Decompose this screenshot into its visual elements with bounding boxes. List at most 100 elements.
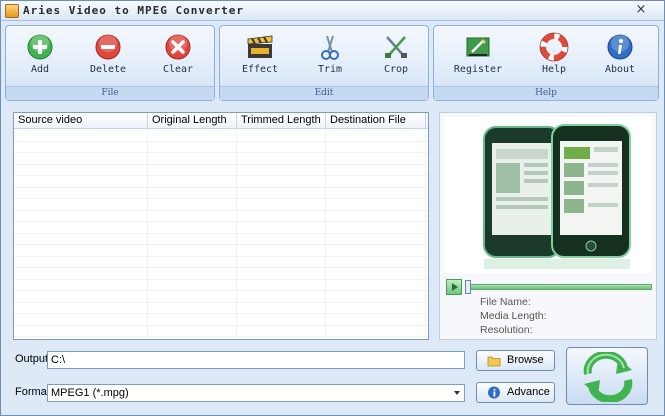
empty-list-cell [14, 176, 148, 187]
empty-list-cell [326, 130, 426, 141]
empty-list-cell [14, 199, 148, 210]
empty-list-cell [14, 164, 148, 175]
chevron-down-icon[interactable] [454, 391, 460, 395]
edit-group-title: Edit [220, 86, 428, 100]
toolbar-group-help: Register Help About Help [433, 25, 659, 101]
empty-list-cell [237, 256, 326, 267]
empty-list-cell [326, 153, 426, 164]
empty-list-cell [237, 187, 326, 198]
browse-button-label: Browse [507, 354, 544, 366]
browse-button[interactable]: Browse [476, 350, 555, 371]
empty-list-row [14, 279, 428, 291]
empty-list-cell [326, 164, 426, 175]
file-list-rows [14, 130, 428, 339]
help-button-label: Help [541, 64, 567, 75]
format-select-value: MPEG1 (*.mpg) [51, 387, 129, 399]
empty-list-cell [237, 291, 326, 302]
delete-button[interactable]: Delete [82, 30, 134, 78]
empty-list-cell [326, 141, 426, 152]
close-icon[interactable]: × [634, 3, 648, 17]
empty-list-row [14, 314, 428, 326]
empty-list-row [14, 302, 428, 314]
video-file-list[interactable]: Source video Original Length Trimmed Len… [13, 112, 429, 340]
delete-button-label: Delete [89, 64, 127, 75]
empty-list-cell [14, 210, 148, 221]
advance-button-label: Advance [507, 386, 550, 398]
empty-list-cell [326, 245, 426, 256]
empty-list-cell [148, 291, 237, 302]
empty-list-row [14, 199, 428, 211]
empty-list-cell [14, 256, 148, 267]
empty-list-cell [237, 245, 326, 256]
help-button[interactable]: Help [528, 30, 580, 78]
convert-refresh-icon [583, 352, 633, 402]
empty-list-cell [237, 176, 326, 187]
toolbar-group-file: Add Delete Clear File [5, 25, 215, 101]
scissors-icon [321, 35, 339, 60]
delete-icon [95, 34, 121, 60]
preview-image [483, 124, 631, 269]
empty-list-cell [326, 210, 426, 221]
empty-list-row [14, 210, 428, 222]
empty-list-cell [326, 222, 426, 233]
empty-list-cell [237, 268, 326, 279]
add-button[interactable]: Add [14, 30, 66, 78]
empty-list-cell [148, 268, 237, 279]
empty-list-cell [148, 325, 237, 336]
trim-button-label: Trim [317, 64, 343, 75]
empty-list-cell [326, 199, 426, 210]
empty-list-row [14, 222, 428, 234]
empty-list-cell [14, 325, 148, 336]
clear-icon [165, 34, 191, 60]
column-destination-file[interactable]: Destination File [326, 113, 426, 128]
about-button[interactable]: About [594, 30, 646, 78]
output-path-input[interactable]: C:\ [47, 351, 465, 369]
empty-list-cell [14, 187, 148, 198]
empty-list-cell [237, 199, 326, 210]
empty-list-cell [14, 130, 148, 141]
column-trimmed-length[interactable]: Trimmed Length [237, 113, 326, 128]
empty-list-cell [148, 141, 237, 152]
empty-list-cell [326, 325, 426, 336]
effect-button[interactable]: Effect [234, 30, 286, 78]
empty-list-cell [148, 233, 237, 244]
empty-list-cell [148, 153, 237, 164]
add-button-label: Add [30, 64, 50, 75]
play-icon[interactable] [446, 279, 462, 295]
empty-list-cell [326, 279, 426, 290]
empty-list-cell [237, 222, 326, 233]
empty-list-cell [237, 314, 326, 325]
empty-list-cell [148, 245, 237, 256]
empty-list-cell [326, 302, 426, 313]
empty-list-row [14, 325, 428, 337]
info-small-icon [488, 386, 500, 399]
format-select[interactable]: MPEG1 (*.mpg) [47, 384, 465, 402]
crop-button-label: Crop [383, 64, 409, 75]
empty-list-cell [326, 256, 426, 267]
empty-list-cell [326, 291, 426, 302]
empty-list-cell [14, 141, 148, 152]
lifebuoy-icon [539, 32, 569, 62]
window-title: Aries Video to MPEG Converter [23, 4, 245, 17]
register-button[interactable]: Register [452, 30, 504, 78]
column-source-video[interactable]: Source video [14, 113, 148, 128]
seek-slider-handle[interactable] [465, 280, 471, 294]
file-name-label: File Name: [480, 296, 531, 308]
resolution-label: Resolution: [480, 324, 533, 336]
empty-list-cell [148, 222, 237, 233]
advance-button[interactable]: Advance [476, 382, 555, 403]
main-window: Aries Video to MPEG Converter × Add Dele… [0, 0, 665, 416]
crop-button[interactable]: Crop [370, 30, 422, 78]
empty-list-row [14, 153, 428, 165]
empty-list-cell [148, 176, 237, 187]
trim-button[interactable]: Trim [304, 30, 356, 78]
empty-list-row [14, 176, 428, 188]
empty-list-row [14, 187, 428, 199]
folder-icon [487, 356, 501, 367]
clear-button[interactable]: Clear [152, 30, 204, 78]
empty-list-cell [237, 130, 326, 141]
empty-list-cell [326, 233, 426, 244]
column-original-length[interactable]: Original Length [148, 113, 237, 128]
seek-track[interactable] [466, 284, 652, 290]
convert-button[interactable] [566, 347, 648, 405]
